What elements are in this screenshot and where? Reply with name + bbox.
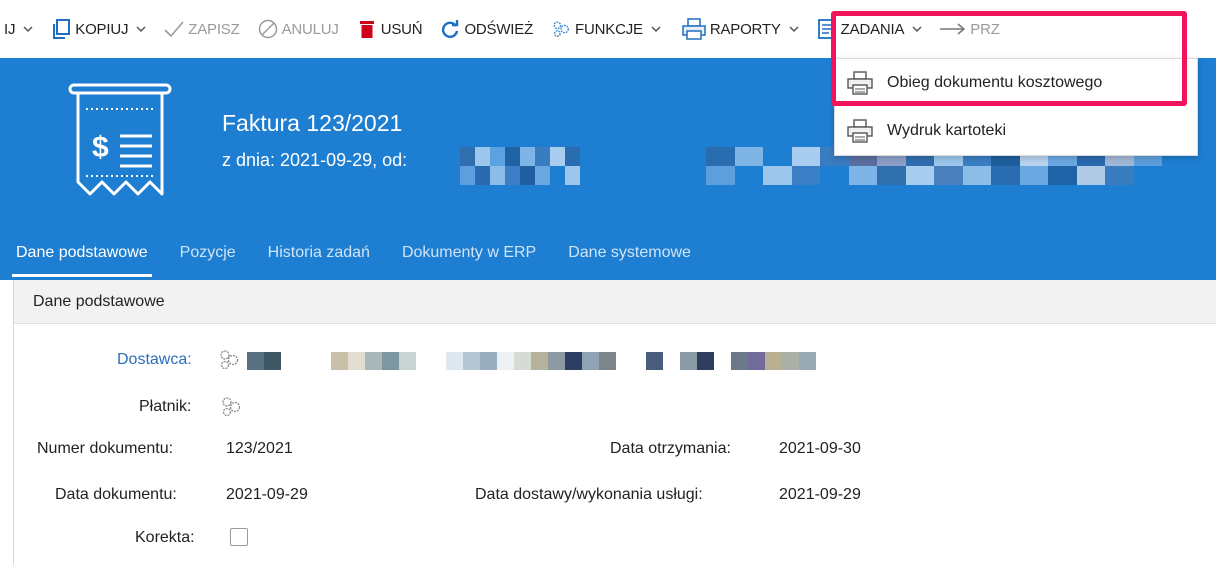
payer-gears-icon[interactable] [220, 396, 242, 418]
toolbar: IJ KOPIUJ ZAPISZ ANULUJ USUŃ ODŚWIEŻ FUN… [0, 0, 1216, 58]
reports-label: RAPORTY [709, 20, 781, 38]
cancel-button[interactable]: ANULUJ [249, 0, 348, 58]
tasks-icon [817, 19, 837, 39]
doc-date-value: 2021-09-29 [226, 486, 308, 503]
functions-label: FUNKCJE [575, 20, 643, 38]
doc-date-label: Data dokumentu: [55, 486, 177, 503]
check-icon [164, 19, 184, 39]
section-header: Dane podstawowe [14, 280, 1216, 324]
printer-icon [847, 119, 873, 143]
printer-icon [682, 18, 706, 40]
doc-number-label: Numer dokumentu: [37, 440, 174, 457]
document-title: Faktura 123/2021 [222, 110, 403, 136]
reports-button[interactable]: RAPORTY [670, 0, 808, 58]
supplier-gears-icon[interactable] [218, 349, 240, 371]
copy-button[interactable]: KOPIUJ [42, 0, 155, 58]
chevron-down-icon [789, 24, 799, 34]
chevron-down-icon [912, 24, 922, 34]
tab-pozycje[interactable]: Pozycje [164, 226, 252, 280]
copy-label: KOPIUJ [75, 20, 129, 38]
refresh-label: ODŚWIEŻ [464, 20, 534, 38]
tab-bar: Dane podstawowe Pozycje Historia zadań D… [0, 226, 707, 280]
next-button[interactable]: PRZ [931, 0, 1008, 58]
redacted-supplier-name [247, 352, 816, 370]
received-date-value: 2021-09-30 [779, 440, 861, 457]
received-date-label: Data otrzymania: [610, 440, 731, 457]
arrow-right-icon [940, 19, 966, 39]
svg-text:$: $ [92, 131, 109, 164]
refresh-icon [440, 19, 460, 39]
chevron-down-icon [23, 24, 33, 34]
menu-item-label: Obieg dokumentu kosztowego [887, 74, 1103, 91]
chevron-down-icon [136, 24, 146, 34]
doc-number-value: 123/2021 [226, 440, 293, 457]
cancel-label: ANULUJ [281, 20, 339, 38]
payer-label: Płatnik: [139, 398, 192, 415]
save-label: ZAPISZ [188, 20, 240, 38]
invoice-receipt-icon: $ [68, 83, 172, 196]
correction-label: Korekta: [135, 529, 195, 546]
delete-label: USUŃ [380, 20, 423, 38]
tasks-button[interactable]: ZADANIA [808, 0, 932, 58]
delivery-date-label: Data dostawy/wykonania usługi: [475, 486, 703, 503]
functions-button[interactable]: FUNKCJE [542, 0, 670, 58]
chevron-down-icon [651, 24, 661, 34]
redacted-seller-name [460, 147, 700, 185]
cancel-icon [258, 19, 278, 39]
delivery-date-value: 2021-09-29 [779, 486, 861, 503]
document-subtitle: z dnia: 2021-09-29, od: [222, 150, 408, 170]
delete-button[interactable]: USUŃ [348, 0, 432, 58]
printer-icon [847, 71, 873, 95]
cut-button[interactable]: IJ [0, 0, 42, 58]
trash-icon [357, 19, 377, 39]
correction-checkbox[interactable] [230, 528, 248, 546]
copy-icon [51, 19, 71, 39]
cut-label: IJ [4, 20, 16, 38]
supplier-label-link[interactable]: Dostawca: [117, 351, 192, 369]
tasks-label: ZADANIA [840, 20, 905, 38]
menu-item-label: Wydruk kartoteki [887, 122, 1006, 139]
tab-historia-zadan[interactable]: Historia zadań [252, 226, 386, 280]
tab-dokumenty-w-erp[interactable]: Dokumenty w ERP [386, 226, 552, 280]
tab-dane-systemowe[interactable]: Dane systemowe [552, 226, 707, 280]
tab-dane-podstawowe[interactable]: Dane podstawowe [0, 226, 164, 280]
next-label: PRZ [970, 20, 1000, 38]
save-button[interactable]: ZAPISZ [155, 0, 248, 58]
menu-item-wydruk-kartoteki[interactable]: Wydruk kartoteki [835, 107, 1197, 155]
section-title: Dane podstawowe [33, 292, 165, 310]
gears-icon [551, 19, 571, 39]
reports-dropdown-menu: Obieg dokumentu kosztowego Wydruk kartot… [834, 58, 1198, 156]
menu-item-obieg-dokumentu[interactable]: Obieg dokumentu kosztowego [835, 59, 1197, 107]
refresh-button[interactable]: ODŚWIEŻ [431, 0, 542, 58]
